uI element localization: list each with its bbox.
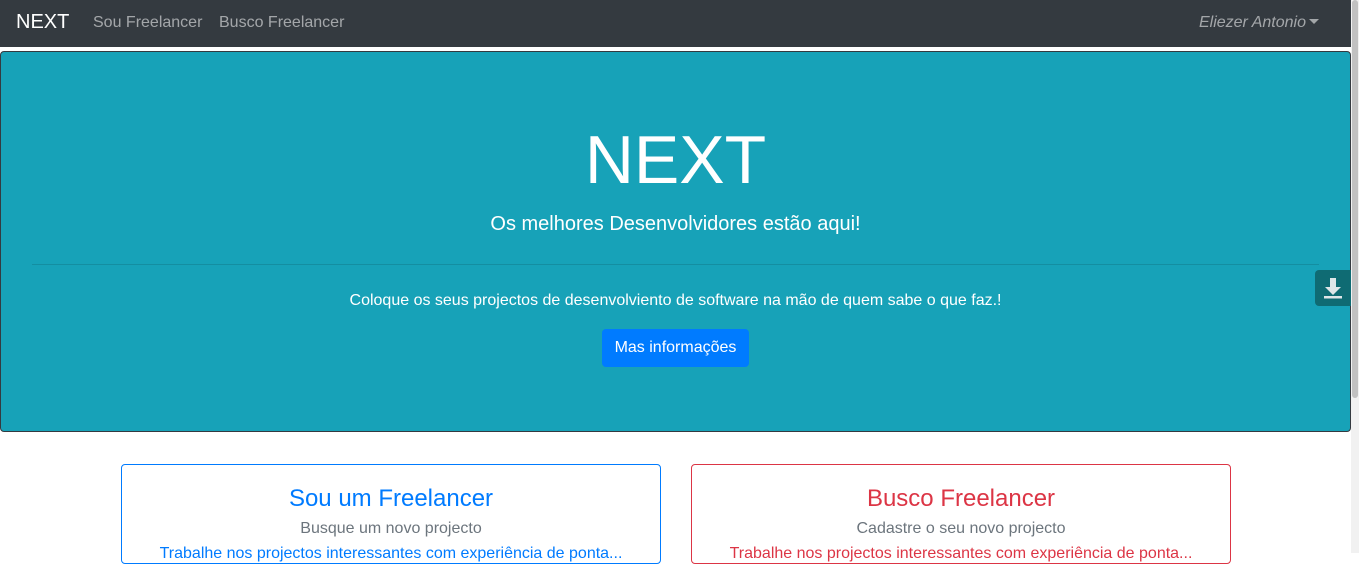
jumbotron-text: Coloque os seus projectos de desenvolvie… — [349, 292, 1002, 309]
nav-link-busco-freelancer[interactable]: Busco Freelancer — [219, 14, 344, 32]
card-title: Sou um Freelancer — [288, 485, 494, 512]
user-name: Eliezer Antonio — [1198, 14, 1306, 31]
navbar-brand[interactable]: NEXT — [16, 11, 69, 34]
download-button[interactable] — [1315, 270, 1351, 306]
card-title: Busco Freelancer — [866, 485, 1056, 512]
card-text: Trabalhe nos projectos interessantes com… — [159, 545, 623, 562]
jumbotron-title: NEXT — [584, 122, 767, 198]
scrollbar[interactable] — [1351, 0, 1359, 553]
download-icon — [1324, 278, 1342, 299]
card-subtitle: Cadastre o seu novo projecto — [856, 520, 1066, 537]
jumbotron-subtitle: Os melhores Desenvolvidores estão aqui! — [490, 213, 861, 235]
card-sou-freelancer: Sou um Freelancer Busque um novo project… — [121, 464, 661, 564]
card-subtitle: Busque um novo projecto — [300, 520, 482, 537]
more-info-button[interactable]: Mas informações — [602, 329, 749, 367]
user-menu[interactable]: Eliezer Antonio — [1199, 14, 1319, 32]
nav-link-sou-freelancer[interactable]: Sou Freelancer — [93, 14, 202, 32]
navbar: NEXT Sou Freelancer Busco Freelancer Eli… — [0, 0, 1351, 47]
jumbotron: NEXT Os melhores Desenvolvidores estão a… — [0, 51, 1351, 432]
scrollbar-thumb[interactable] — [1352, 0, 1358, 398]
divider — [32, 264, 1319, 265]
card-text: Trabalhe nos projectos interessantes com… — [729, 545, 1193, 562]
caret-down-icon — [1309, 19, 1319, 24]
card-busco-freelancer: Busco Freelancer Cadastre o seu novo pro… — [691, 464, 1231, 564]
